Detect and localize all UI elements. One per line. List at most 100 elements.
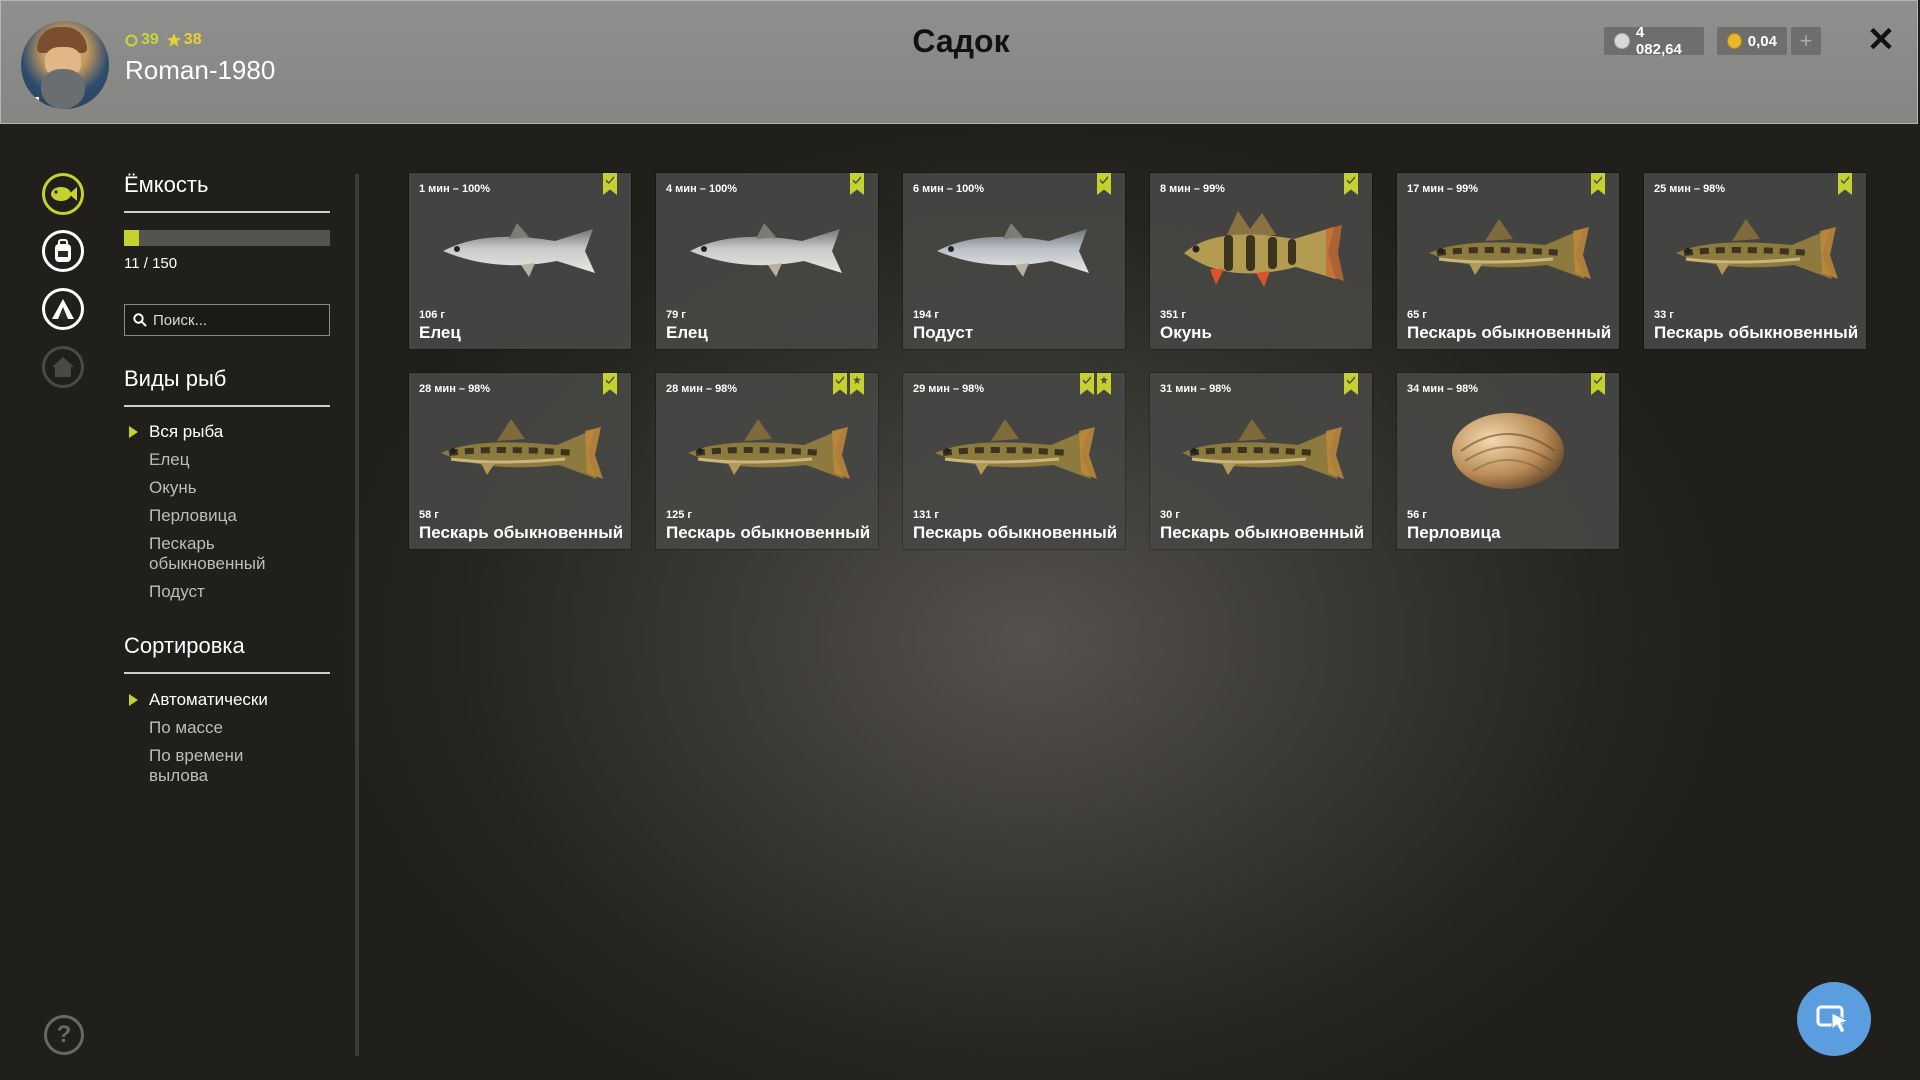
check-bookmark-icon [850,173,864,195]
silver-value: 4 082,64 [1635,24,1682,58]
sort-title: Сортировка [124,633,245,658]
fish-name: Подуст [913,323,974,342]
catch-time: 4 мин – 100% [666,183,738,195]
gudgeon-image [1676,219,1838,279]
capacity-title: Ёмкость [124,172,209,197]
nase-image [937,223,1089,277]
fish-name: Пескарь обыкновенный [666,523,871,542]
russia-flag-icon [25,97,39,106]
dace-image [443,223,595,277]
check-bookmark-icon [1344,173,1358,195]
fish-card[interactable]: 31 мин – 98% 30 г Пескарь обыкновенный [1150,373,1372,549]
catch-time: 29 мин – 98% [913,383,985,395]
fish-card[interactable]: 28 мин – 98% 58 г Пескарь обыкновенный [409,373,631,549]
sort-option-auto[interactable]: Автоматически [129,690,299,710]
sort-divider [124,672,330,674]
fish-grid: 1 мин – 100% 106 г Елец 4 мин – 100% 79 г Е… [409,173,1869,549]
backpack-icon [55,239,71,262]
catch-time: 31 мин – 98% [1160,383,1232,395]
card-markers [1097,173,1111,195]
card-markers [1838,173,1852,195]
camp-nav-button[interactable] [42,288,84,330]
backpack-nav-button[interactable] [42,230,84,272]
catch-time: 1 мин – 100% [419,183,491,195]
fish-weight: 79 г [666,309,686,321]
home-nav-button[interactable] [42,346,84,388]
gudgeon-image [1429,219,1591,279]
search-input[interactable] [153,311,313,329]
fish-name: Перловица [1407,523,1501,542]
star-bookmark-icon [850,373,864,395]
species-title: Виды рыб [124,366,227,391]
fish-weight: 56 г [1407,509,1427,521]
star-bookmark-icon [1097,373,1111,395]
gold-coin-icon [1727,33,1742,49]
check-bookmark-icon [1591,173,1605,195]
check-bookmark-icon [603,173,617,195]
cursor-mode-button[interactable] [1797,982,1871,1056]
search-box[interactable] [124,304,330,336]
capacity-text: 11 / 150 [124,255,178,272]
card-markers [603,373,617,395]
fish-name: Елец [666,323,708,342]
fish-name: Пескарь обыкновенный [419,523,624,542]
species-item-nase[interactable]: Подуст [149,582,299,602]
fish-card[interactable]: 8 мин – 99% 351 г Окунь [1150,173,1372,349]
close-button[interactable]: ✕ [1865,23,1897,57]
search-icon [133,313,147,327]
keepnet-nav-button[interactable] [42,173,84,215]
fish-card[interactable]: 17 мин – 99% 65 г Пескарь обыкновенный [1397,173,1619,349]
fish-card[interactable]: 6 мин – 100% 194 г Подуст [903,173,1125,349]
help-button[interactable]: ? [44,1015,84,1055]
card-markers [1591,373,1605,395]
fish-name: Пескарь обыкновенный [1654,323,1859,342]
sidebar-divider [355,174,359,1056]
fish-card[interactable]: 4 мин – 100% 79 г Елец [656,173,878,349]
card-markers [833,373,864,395]
fish-card[interactable]: 28 мин – 98% 125 г Пескарь обыкновенный [656,373,878,549]
check-bookmark-icon [1097,173,1111,195]
add-gold-button[interactable]: + [1791,27,1821,55]
check-bookmark-icon [833,373,847,395]
card-markers [1080,373,1111,395]
card-markers [1344,173,1358,195]
fish-weight: 194 г [913,309,939,321]
fish-name: Елец [419,323,461,342]
dace-image [690,223,842,277]
fish-weight: 33 г [1654,309,1674,321]
gold-balance: 0,04 [1717,27,1787,55]
species-item-perch[interactable]: Окунь [149,478,299,498]
capacity-fill [124,230,140,246]
fish-name: Окунь [1160,323,1212,342]
catch-time: 17 мин – 99% [1407,183,1479,195]
species-item-mussel[interactable]: Перловица [149,506,299,526]
tent-icon [52,299,74,319]
sort-option-weight[interactable]: По массе [149,718,299,738]
sort-option-time[interactable]: По времени вылова [149,746,299,786]
fish-card[interactable]: 29 мин – 98% 131 г Пескарь обыкновенный [903,373,1125,549]
species-item-dace[interactable]: Елец [149,450,299,470]
top-bar: 39 38 Roman-1980 Садок 4 082,64 0,04 + ✕ [0,0,1918,124]
catch-time: 6 мин – 100% [913,183,985,195]
fish-weight: 65 г [1407,309,1427,321]
check-bookmark-icon [1591,373,1605,395]
fish-weight: 131 г [913,509,939,521]
fish-weight: 106 г [419,309,445,321]
avatar-beard [41,69,85,109]
sort-list: Автоматически По массе По времени вылова [129,690,299,794]
fish-icon [51,187,77,201]
fish-card[interactable]: 1 мин – 100% 106 г Елец [409,173,631,349]
species-list: Вся рыба Елец Окунь Перловица Пескарь об… [129,422,299,610]
fish-card[interactable]: 25 мин – 98% 33 г Пескарь обыкновенный [1644,173,1866,349]
check-bookmark-icon [603,373,617,395]
fish-weight: 58 г [419,509,439,521]
card-markers [850,173,864,195]
catch-time: 25 мин – 98% [1654,183,1726,195]
fish-card[interactable]: 34 мин – 98% 56 г Перловица [1397,373,1619,549]
card-markers [1344,373,1358,395]
fish-weight: 351 г [1160,309,1186,321]
species-item-gudgeon[interactable]: Пескарь обыкновенный [149,534,299,574]
species-item-all[interactable]: Вся рыба [129,422,299,442]
fish-name: Пескарь обыкновенный [1407,323,1612,342]
silver-balance: 4 082,64 [1604,24,1704,58]
